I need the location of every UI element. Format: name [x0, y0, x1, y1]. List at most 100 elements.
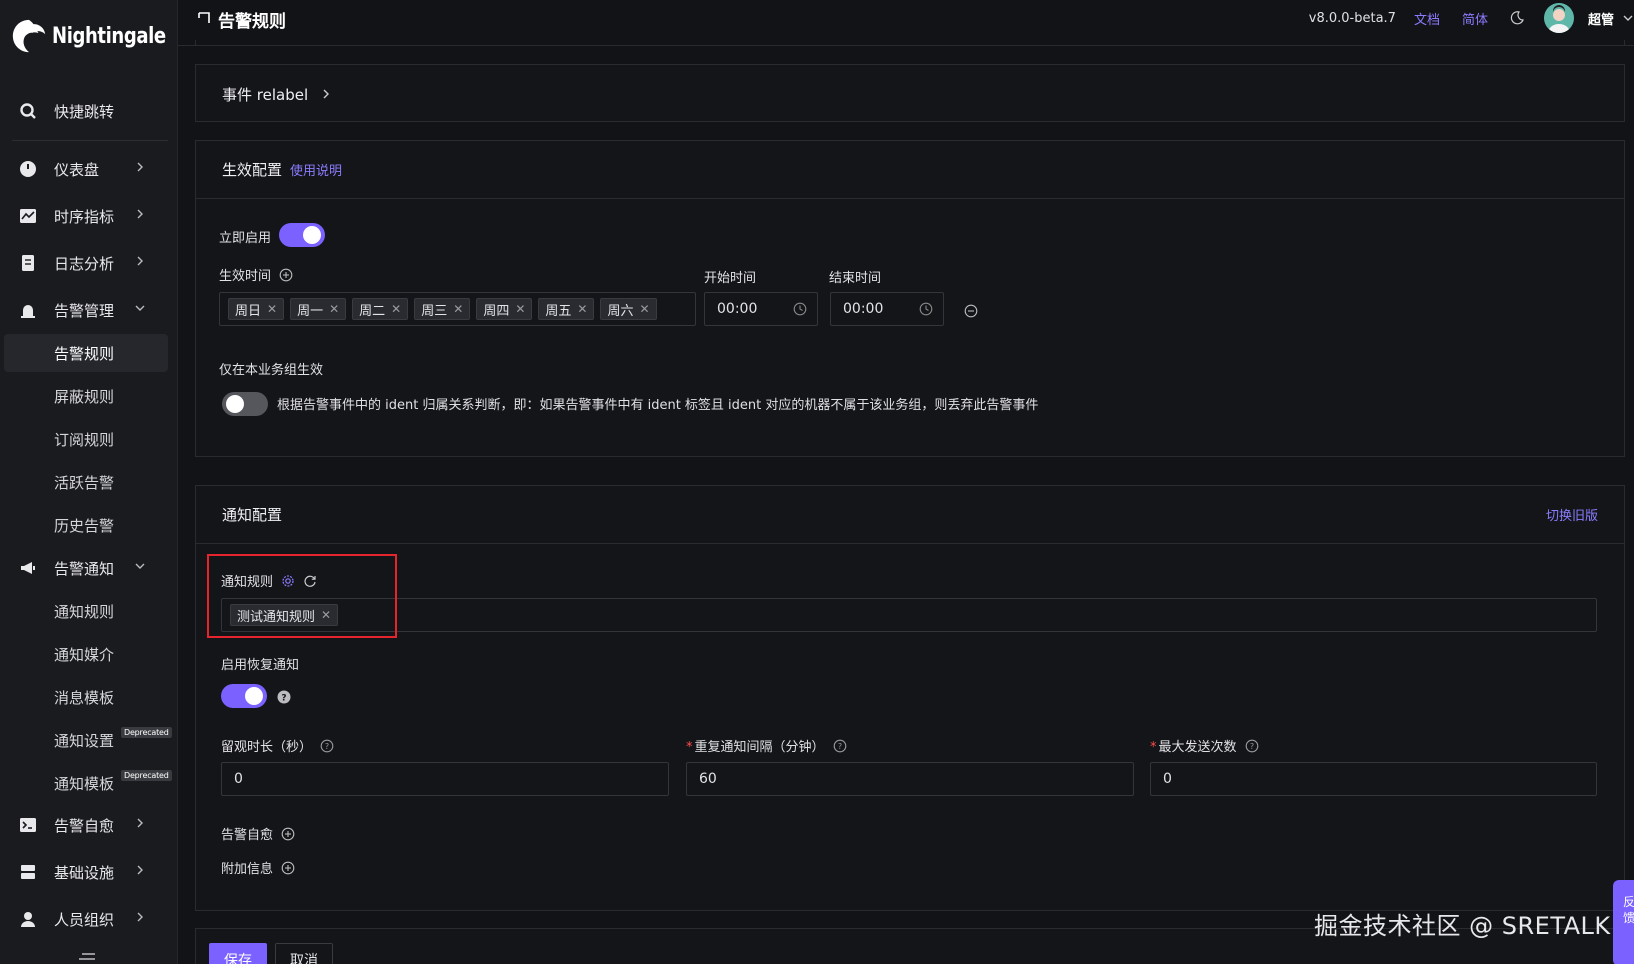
- sidebar-item-self-healing[interactable]: 告警自愈: [4, 806, 168, 844]
- recovery-notify-toggle[interactable]: [221, 684, 267, 708]
- weekday-tag[interactable]: 周六 ✕: [600, 298, 657, 320]
- megaphone-icon: [18, 558, 38, 578]
- add-circle-icon[interactable]: [279, 268, 293, 282]
- alarm-icon: [18, 300, 38, 320]
- server-icon: [18, 862, 38, 882]
- effective-time-label: 生效时间: [219, 265, 293, 284]
- language-switch[interactable]: 简体: [1462, 9, 1488, 28]
- notify-rules-select[interactable]: 测试通知规则 ✕: [221, 598, 1597, 632]
- close-icon[interactable]: ✕: [515, 302, 525, 316]
- deprecated-badge: Deprecated: [121, 727, 172, 738]
- feedback-float-tab[interactable]: 反馈: [1613, 880, 1634, 964]
- effective-time-text: 生效时间: [219, 269, 272, 284]
- sidebar-item-notify-media[interactable]: 通知媒介: [4, 635, 168, 673]
- back-icon[interactable]: [196, 10, 212, 26]
- sidebar-item-history-alerts[interactable]: 历史告警: [4, 506, 168, 544]
- add-circle-icon[interactable]: [281, 861, 295, 875]
- extra-info-label: 附加信息: [221, 858, 295, 877]
- app-logo[interactable]: Nightingale: [10, 16, 191, 56]
- sidebar-item-people[interactable]: 人员组织: [4, 900, 168, 938]
- enable-now-toggle[interactable]: [279, 223, 325, 247]
- cancel-button[interactable]: 取消: [275, 943, 333, 964]
- weekday-tag[interactable]: 周五 ✕: [538, 298, 595, 320]
- chevron-down-icon[interactable]: [1622, 12, 1634, 24]
- business-group-only-hint: 根据告警事件中的 ident 归属关系判断，即：如果告警事件中有 ident 标…: [277, 398, 1039, 413]
- event-relabel-title: 事件 relabel: [222, 85, 309, 104]
- weekday-multiselect[interactable]: 周日 ✕ 周一 ✕ 周二 ✕ 周三 ✕ 周四 ✕ 周五 ✕ 周六 ✕: [219, 292, 696, 326]
- sidebar-item-notify-rules[interactable]: 通知规则: [4, 592, 168, 630]
- svg-text:?: ?: [837, 742, 841, 751]
- save-button[interactable]: 保存: [209, 943, 267, 964]
- sidebar-item-quick-jump[interactable]: 快捷跳转: [4, 92, 168, 130]
- start-time-value: 00:00: [717, 301, 758, 317]
- weekday-tag[interactable]: 周二 ✕: [352, 298, 409, 320]
- app-name: Nightingale: [52, 23, 166, 49]
- watermark: 掘金技术社区 @ SRETALK: [1314, 912, 1611, 940]
- header-right: v8.0.0-beta.7 文档 简体 超管: [1309, 0, 1634, 36]
- sidebar-item-mute-rules[interactable]: 屏蔽规则: [4, 377, 168, 415]
- sidebar-item-notify-templates[interactable]: 通知模板 Deprecated: [4, 764, 172, 802]
- max-send-count-input[interactable]: 0: [1150, 762, 1597, 796]
- toggle-knob: [303, 226, 321, 244]
- event-relabel-card[interactable]: 事件 relabel: [195, 64, 1625, 122]
- self-heal-label: 告警自愈: [221, 824, 295, 843]
- enable-now-label: 立即启用: [219, 231, 272, 246]
- sidebar-item-active-alerts[interactable]: 活跃告警: [4, 463, 168, 501]
- menu-collapse-icon[interactable]: [78, 952, 96, 964]
- sidebar-item-alert-management[interactable]: 告警管理: [4, 291, 168, 329]
- chevron-down-icon: [135, 563, 145, 569]
- weekday-tag[interactable]: 周日 ✕: [228, 298, 285, 320]
- repeat-interval-input[interactable]: 60: [686, 762, 1134, 796]
- username[interactable]: 超管: [1588, 9, 1614, 28]
- docs-link[interactable]: 文档: [1414, 9, 1440, 28]
- sidebar-item-alert-rules[interactable]: 告警规则: [4, 334, 168, 372]
- event-relabel-header[interactable]: 事件 relabel: [196, 65, 1624, 123]
- sidebar-item-message-templates[interactable]: 消息模板: [4, 678, 168, 716]
- start-time-picker[interactable]: 00:00: [704, 292, 818, 326]
- sidebar-item-metrics[interactable]: 时序指标: [4, 197, 168, 235]
- avatar[interactable]: [1543, 3, 1574, 33]
- sidebar-item-label: 告警管理: [54, 301, 115, 320]
- close-icon[interactable]: ✕: [267, 302, 277, 316]
- sidebar: Nightingale 快捷跳转 仪表盘 时序指标 日志分析 告警管理 告警规则…: [0, 0, 178, 964]
- close-icon[interactable]: ✕: [329, 302, 339, 316]
- sidebar-item-notify-settings[interactable]: 通知设置 Deprecated: [4, 721, 172, 759]
- extra-info-text: 附加信息: [221, 862, 274, 877]
- start-time-label: 开始时间: [704, 271, 757, 286]
- remove-circle-icon[interactable]: [964, 304, 978, 318]
- nightingale-logo-icon: [12, 19, 46, 53]
- observe-duration-label: 留观时长（秒） ?: [221, 736, 334, 755]
- clock-icon: [919, 302, 933, 316]
- business-group-only-toggle[interactable]: [222, 392, 268, 416]
- question-circle-icon[interactable]: ?: [320, 739, 334, 753]
- svg-text:?: ?: [1249, 742, 1253, 751]
- close-icon[interactable]: ✕: [577, 302, 587, 316]
- svg-text:?: ?: [325, 742, 329, 751]
- question-circle-icon[interactable]: ?: [833, 739, 847, 753]
- sidebar-item-logs[interactable]: 日志分析: [4, 244, 168, 282]
- help-icon[interactable]: ?: [277, 690, 291, 704]
- repeat-interval-text: 重复通知间隔（分钟）: [694, 740, 825, 755]
- usage-help-link[interactable]: 使用说明: [290, 160, 342, 179]
- observe-duration-input[interactable]: 0: [221, 762, 669, 796]
- weekday-tag[interactable]: 周四 ✕: [476, 298, 533, 320]
- end-time-picker[interactable]: 00:00: [830, 292, 944, 326]
- add-circle-icon[interactable]: [281, 827, 295, 841]
- sidebar-item-alert-notify[interactable]: 告警通知: [4, 549, 168, 587]
- close-icon[interactable]: ✕: [391, 302, 401, 316]
- sidebar-item-dashboard[interactable]: 仪表盘: [4, 150, 168, 188]
- weekday-tag[interactable]: 周一 ✕: [290, 298, 347, 320]
- weekday-tag[interactable]: 周三 ✕: [414, 298, 471, 320]
- svg-text:?: ?: [281, 694, 286, 704]
- effective-config-header: 生效配置 使用说明: [196, 141, 1624, 199]
- question-circle-icon[interactable]: ?: [1245, 739, 1259, 753]
- sidebar-item-infrastructure[interactable]: 基础设施: [4, 853, 168, 891]
- switch-old-version-link[interactable]: 切换旧版: [1546, 505, 1598, 524]
- sidebar-item-label: 通知设置: [54, 731, 115, 750]
- sidebar-item-subscribe-rules[interactable]: 订阅规则: [4, 420, 168, 458]
- moon-icon[interactable]: [1510, 11, 1524, 25]
- close-icon[interactable]: ✕: [639, 302, 649, 316]
- chevron-right-icon: [137, 209, 143, 219]
- business-group-only-label: 仅在本业务组生效: [219, 363, 324, 378]
- close-icon[interactable]: ✕: [453, 302, 463, 316]
